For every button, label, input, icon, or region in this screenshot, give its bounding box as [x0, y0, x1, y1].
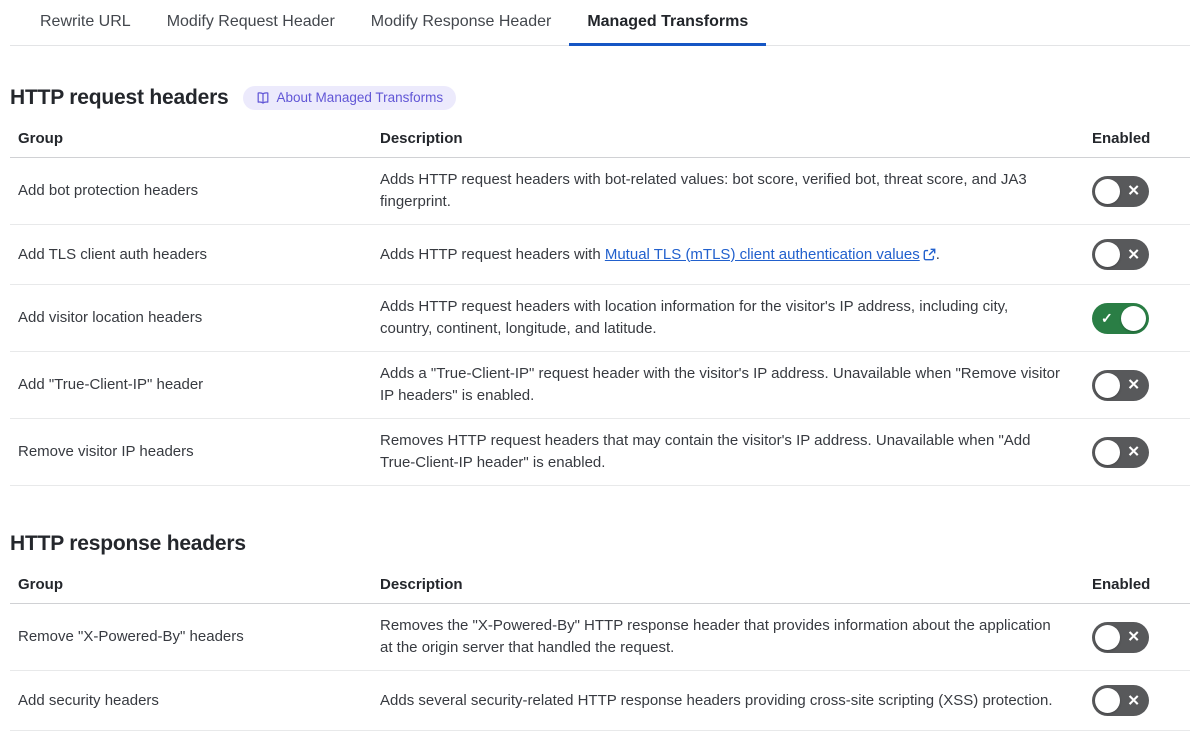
tab-modify-request-header[interactable]: Modify Request Header [149, 0, 353, 46]
description-cell: Adds HTTP request headers with Mutual TL… [380, 245, 940, 263]
description-cell: Adds a "True-Client-IP" request header w… [380, 365, 1060, 404]
mutual-tls-mtls-client-authentication-values-link[interactable]: Mutual TLS (mTLS) client authentication … [605, 246, 920, 263]
toggle-add-visitor-location-headers[interactable]: ✓ [1092, 302, 1149, 334]
group-cell: Remove "X-Powered-By" headers [18, 628, 244, 645]
description-cell: Adds HTTP request headers with bot-relat… [380, 171, 1027, 210]
book-icon [257, 92, 268, 104]
x-icon: ✕ [1127, 628, 1140, 646]
section-title-request-headers: HTTP request headers [10, 86, 229, 109]
group-cell: Add "True-Client-IP" header [18, 376, 204, 393]
x-icon: ✕ [1127, 376, 1140, 394]
table-header: Group Description Enabled [10, 568, 1190, 604]
external-link-icon [923, 248, 936, 260]
managed-transforms-page: HTTP request headers About Managed Trans… [0, 86, 1200, 731]
check-icon: ✓ [1101, 310, 1113, 326]
table-row: Add bot protection headers Adds HTTP req… [10, 158, 1190, 225]
toggle-add-bot-protection-headers[interactable]: ✕ [1092, 175, 1149, 207]
table-row: Add visitor location headers Adds HTTP r… [10, 285, 1190, 352]
toggle-knob [1095, 688, 1120, 713]
column-header-group: Group [18, 130, 63, 147]
table-row: Remove "X-Powered-By" headers Removes th… [10, 604, 1190, 671]
x-icon: ✕ [1127, 443, 1140, 461]
toggle-knob [1095, 372, 1120, 398]
toggle-knob [1095, 439, 1120, 465]
tab-modify-response-header[interactable]: Modify Response Header [353, 0, 570, 46]
column-header-enabled: Enabled [1092, 576, 1151, 593]
response-headers-section: HTTP response headers Group Description … [10, 532, 1190, 731]
x-icon: ✕ [1127, 246, 1140, 263]
description-cell: Adds several security-related HTTP respo… [380, 691, 1053, 709]
table-row: Add "True-Client-IP" header Adds a "True… [10, 352, 1190, 419]
column-header-enabled: Enabled [1092, 130, 1151, 147]
about-managed-transforms-badge[interactable]: About Managed Transforms [242, 86, 457, 110]
description-cell: Removes the "X-Powered-By" HTTP response… [380, 617, 1051, 656]
toggle-add-security-headers[interactable]: ✕ [1092, 685, 1149, 716]
x-icon: ✕ [1127, 182, 1140, 200]
column-header-description: Description [380, 130, 463, 147]
toggle-add-true-client-ip-header[interactable]: ✕ [1092, 369, 1149, 401]
toggle-remove-visitor-ip-headers[interactable]: ✕ [1092, 436, 1149, 468]
group-cell: Add TLS client auth headers [18, 245, 208, 263]
description-cell: Removes HTTP request headers that may co… [380, 432, 1031, 471]
description-cell: Adds HTTP request headers with location … [380, 298, 1009, 337]
toggle-knob [1095, 624, 1120, 650]
column-header-description: Description [380, 576, 463, 593]
tab-managed-transforms[interactable]: Managed Transforms [569, 0, 767, 46]
toggle-remove-x-powered-by-headers[interactable]: ✕ [1092, 621, 1149, 653]
toggle-knob [1095, 242, 1120, 267]
toggle-knob [1121, 305, 1146, 331]
group-cell: Remove visitor IP headers [18, 443, 194, 460]
tab-rewrite-url[interactable]: Rewrite URL [22, 0, 149, 46]
group-cell: Add visitor location headers [18, 309, 203, 326]
x-icon: ✕ [1127, 692, 1140, 709]
column-header-group: Group [18, 576, 63, 593]
section-title-response-headers: HTTP response headers [10, 532, 246, 555]
request-headers-section: HTTP request headers About Managed Trans… [10, 86, 1190, 486]
table-row: Add security headers Adds several securi… [10, 671, 1190, 731]
table-row: Add TLS client auth headers Adds HTTP re… [10, 225, 1190, 285]
tab-bar: Rewrite URL Modify Request Header Modify R… [10, 0, 1190, 46]
group-cell: Add bot protection headers [18, 182, 199, 199]
table-row: Remove visitor IP headers Removes HTTP r… [10, 419, 1190, 486]
table-header: Group Description Enabled [10, 122, 1190, 158]
badge-label: About Managed Transforms [276, 90, 444, 106]
toggle-knob [1095, 178, 1120, 204]
group-cell: Add security headers [18, 691, 159, 709]
toggle-add-tls-client-auth-headers[interactable]: ✕ [1092, 239, 1149, 270]
